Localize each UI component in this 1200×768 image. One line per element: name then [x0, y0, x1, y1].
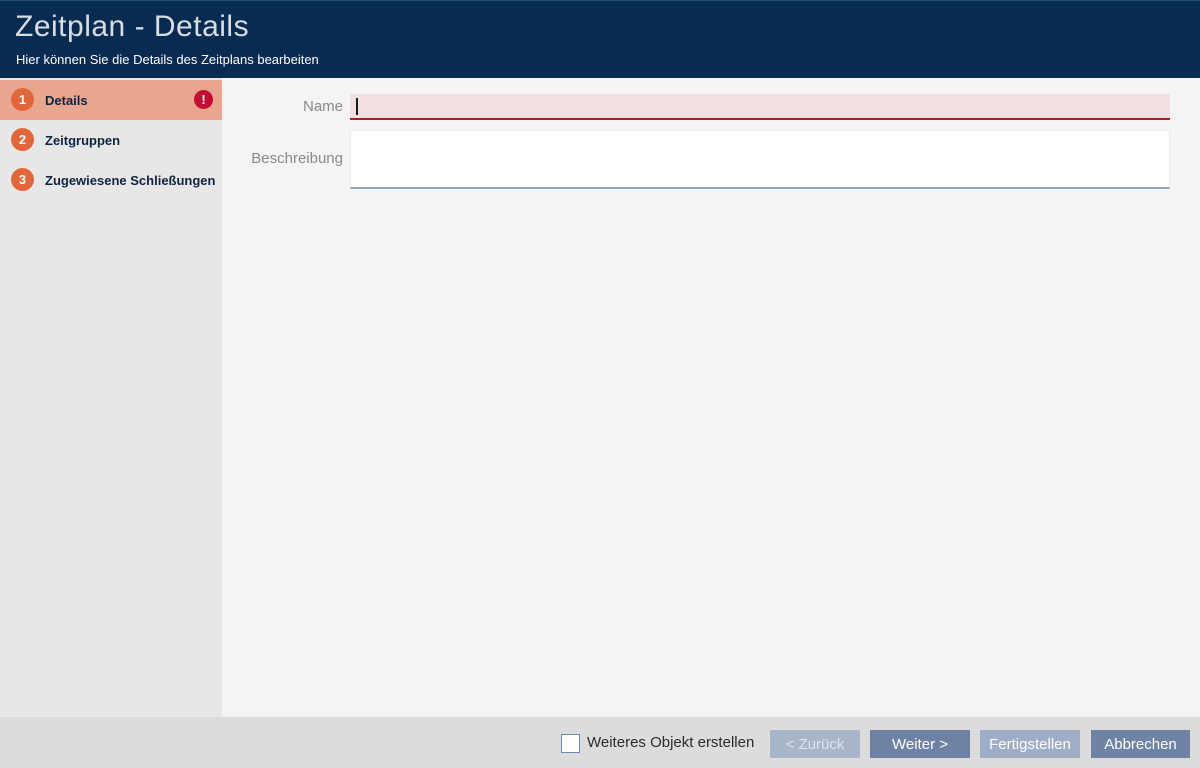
page-subtitle: Hier können Sie die Details des Zeitplan…	[16, 52, 319, 67]
cancel-button[interactable]: Abbrechen	[1091, 730, 1190, 758]
name-field[interactable]	[350, 94, 1170, 120]
validation-error-icon: !	[194, 90, 213, 109]
text-cursor	[356, 98, 358, 115]
step-number-badge: 2	[11, 128, 34, 151]
step-label: Zeitgruppen	[45, 120, 120, 160]
step-zeitgruppen[interactable]: 2 Zeitgruppen	[0, 120, 222, 160]
create-another-checkbox[interactable]	[561, 734, 580, 753]
step-label: Details	[45, 80, 88, 120]
create-another-label[interactable]: Weiteres Objekt erstellen	[587, 717, 754, 768]
step-number-badge: 1	[11, 88, 34, 111]
wizard-footer: Weiteres Objekt erstellen < Zurück Weite…	[0, 717, 1200, 768]
next-button[interactable]: Weiter >	[870, 730, 970, 758]
page-title: Zeitplan - Details	[15, 10, 249, 44]
description-label: Beschreibung	[222, 150, 343, 167]
description-field[interactable]	[350, 130, 1170, 189]
wizard-step-sidebar: 1 Details ! 2 Zeitgruppen 3 Zugewiesene …	[0, 78, 222, 717]
back-button[interactable]: < Zurück	[770, 730, 860, 758]
step-number-badge: 3	[11, 168, 34, 191]
step-label: Zugewiesene Schließungen	[45, 160, 215, 200]
step-zugewiesene-schliessungen[interactable]: 3 Zugewiesene Schließungen	[0, 160, 222, 200]
finish-button[interactable]: Fertigstellen	[980, 730, 1080, 758]
details-form: Name Beschreibung	[222, 78, 1200, 717]
step-details[interactable]: 1 Details !	[0, 80, 222, 120]
wizard-header: Zeitplan - Details Hier können Sie die D…	[0, 0, 1200, 78]
name-label: Name	[222, 98, 343, 115]
